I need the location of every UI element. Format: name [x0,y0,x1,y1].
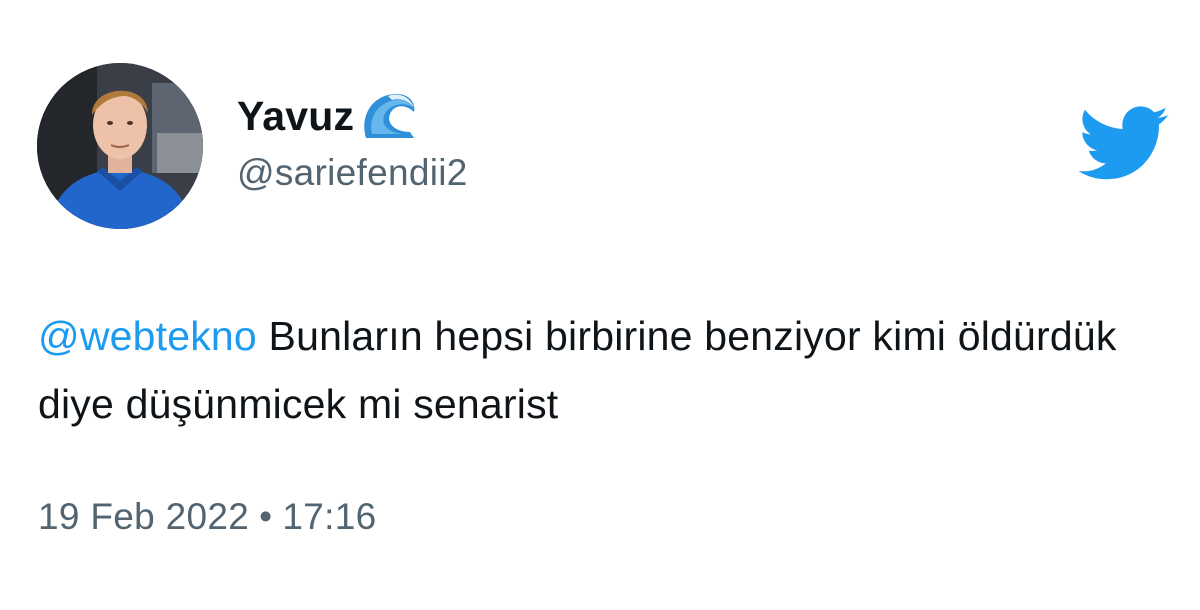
mention-link[interactable]: @webtekno [38,313,257,359]
user-info: Yavuz @sariefendii2 [237,88,468,194]
tweet-time: 17:16 [282,496,377,537]
water-wave-emoji-icon [358,88,418,144]
tweet-text: @webtekno Bunların hepsi birbirine benzi… [38,302,1158,438]
avatar-photo [37,63,203,229]
display-name-row: Yavuz [237,88,468,144]
twitter-bird-icon[interactable] [1078,106,1170,182]
tweet-timestamp[interactable]: 19 Feb 2022 • 17:16 [38,496,376,538]
tweet-card: Yavuz @sariefendii2 @webtekno Bunların h… [0,0,1200,610]
user-handle[interactable]: @sariefendii2 [237,152,468,194]
display-name[interactable]: Yavuz [237,93,354,140]
avatar[interactable] [37,63,203,229]
tweet-date: 19 Feb 2022 [38,496,250,537]
separator-dot: • [259,496,273,537]
